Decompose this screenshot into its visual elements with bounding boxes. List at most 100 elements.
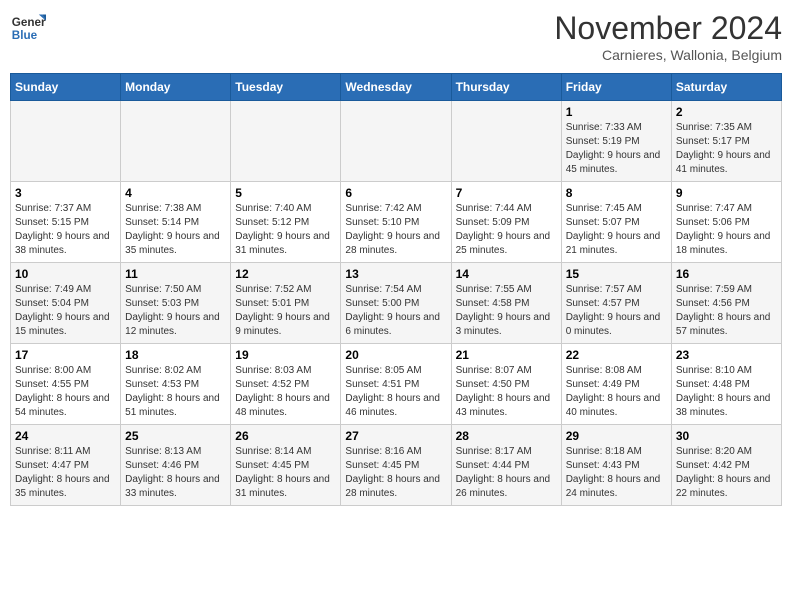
header-saturday: Saturday (671, 74, 781, 101)
day-number: 21 (456, 348, 557, 362)
day-info: Sunrise: 7:35 AM Sunset: 5:17 PM Dayligh… (676, 121, 777, 177)
day-number: 10 (15, 267, 116, 281)
day-info: Sunrise: 8:16 AM Sunset: 4:45 PM Dayligh… (345, 445, 446, 501)
calendar-cell: 5 Sunrise: 7:40 AM Sunset: 5:12 PM Daylig… (231, 182, 341, 263)
header-monday: Monday (121, 74, 231, 101)
calendar-cell (121, 101, 231, 182)
day-info: Sunrise: 8:00 AM Sunset: 4:55 PM Dayligh… (15, 364, 116, 420)
day-info: Sunrise: 8:03 AM Sunset: 4:52 PM Dayligh… (235, 364, 336, 420)
calendar-cell: 18 Sunrise: 8:02 AM Sunset: 4:53 PM Dayli… (121, 344, 231, 425)
day-info: Sunrise: 7:42 AM Sunset: 5:10 PM Dayligh… (345, 202, 446, 258)
calendar-cell: 30Sunrise: 8:20 AM Sunset: 4:42 PM Dayli… (671, 425, 781, 506)
day-info: Sunrise: 7:50 AM Sunset: 5:03 PM Dayligh… (125, 283, 226, 339)
day-number: 15 (566, 267, 667, 281)
day-number: 14 (456, 267, 557, 281)
day-number: 6 (345, 186, 446, 200)
day-info: Sunrise: 8:10 AM Sunset: 4:48 PM Dayligh… (676, 364, 777, 420)
calendar-header: Sunday Monday Tuesday Wednesday Thursday… (11, 74, 782, 101)
calendar-cell: 8 Sunrise: 7:45 AM Sunset: 5:07 PM Daylig… (561, 182, 671, 263)
day-number: 4 (125, 186, 226, 200)
calendar-cell: 14 Sunrise: 7:55 AM Sunset: 4:58 PM Dayli… (451, 263, 561, 344)
calendar-cell: 2 Sunrise: 7:35 AM Sunset: 5:17 PM Daylig… (671, 101, 781, 182)
calendar-cell: 20 Sunrise: 8:05 AM Sunset: 4:51 PM Dayli… (341, 344, 451, 425)
day-info: Sunrise: 7:38 AM Sunset: 5:14 PM Dayligh… (125, 202, 226, 258)
svg-text:General: General (12, 16, 46, 29)
day-number: 22 (566, 348, 667, 362)
calendar-cell (451, 101, 561, 182)
calendar-week-3: 17 Sunrise: 8:00 AM Sunset: 4:55 PM Dayli… (11, 344, 782, 425)
header-wednesday: Wednesday (341, 74, 451, 101)
day-info: Sunrise: 7:45 AM Sunset: 5:07 PM Dayligh… (566, 202, 667, 258)
day-number: 7 (456, 186, 557, 200)
day-info: Sunrise: 8:07 AM Sunset: 4:50 PM Dayligh… (456, 364, 557, 420)
calendar-week-2: 10 Sunrise: 7:49 AM Sunset: 5:04 PM Dayli… (11, 263, 782, 344)
calendar-cell: 3 Sunrise: 7:37 AM Sunset: 5:15 PM Daylig… (11, 182, 121, 263)
day-number: 9 (676, 186, 777, 200)
month-title: November 2024 (554, 10, 782, 47)
calendar-cell: 23 Sunrise: 8:10 AM Sunset: 4:48 PM Dayli… (671, 344, 781, 425)
day-number: 25 (125, 429, 226, 443)
day-info: Sunrise: 7:37 AM Sunset: 5:15 PM Dayligh… (15, 202, 116, 258)
day-info: Sunrise: 7:33 AM Sunset: 5:19 PM Dayligh… (566, 121, 667, 177)
day-info: Sunrise: 8:13 AM Sunset: 4:46 PM Dayligh… (125, 445, 226, 501)
day-number: 26 (235, 429, 336, 443)
day-number: 1 (566, 105, 667, 119)
day-number: 17 (15, 348, 116, 362)
svg-text:Blue: Blue (12, 29, 38, 42)
calendar-cell (341, 101, 451, 182)
day-number: 3 (15, 186, 116, 200)
day-info: Sunrise: 7:40 AM Sunset: 5:12 PM Dayligh… (235, 202, 336, 258)
day-number: 24 (15, 429, 116, 443)
day-number: 28 (456, 429, 557, 443)
day-number: 20 (345, 348, 446, 362)
logo: General Blue (10, 10, 46, 46)
calendar-cell: 11Sunrise: 7:50 AM Sunset: 5:03 PM Dayli… (121, 263, 231, 344)
calendar-cell: 26 Sunrise: 8:14 AM Sunset: 4:45 PM Dayli… (231, 425, 341, 506)
day-info: Sunrise: 8:14 AM Sunset: 4:45 PM Dayligh… (235, 445, 336, 501)
calendar-cell (231, 101, 341, 182)
day-number: 19 (235, 348, 336, 362)
calendar-table: Sunday Monday Tuesday Wednesday Thursday… (10, 73, 782, 506)
day-number: 18 (125, 348, 226, 362)
calendar-cell: 7Sunrise: 7:44 AM Sunset: 5:09 PM Daylig… (451, 182, 561, 263)
day-info: Sunrise: 7:47 AM Sunset: 5:06 PM Dayligh… (676, 202, 777, 258)
calendar-cell: 1 Sunrise: 7:33 AM Sunset: 5:19 PM Daylig… (561, 101, 671, 182)
day-number: 12 (235, 267, 336, 281)
day-info: Sunrise: 8:02 AM Sunset: 4:53 PM Dayligh… (125, 364, 226, 420)
day-info: Sunrise: 8:17 AM Sunset: 4:44 PM Dayligh… (456, 445, 557, 501)
header-friday: Friday (561, 74, 671, 101)
calendar-cell: 10 Sunrise: 7:49 AM Sunset: 5:04 PM Dayli… (11, 263, 121, 344)
header-thursday: Thursday (451, 74, 561, 101)
day-info: Sunrise: 7:57 AM Sunset: 4:57 PM Dayligh… (566, 283, 667, 339)
day-number: 5 (235, 186, 336, 200)
calendar-cell: 16 Sunrise: 7:59 AM Sunset: 4:56 PM Dayli… (671, 263, 781, 344)
header-tuesday: Tuesday (231, 74, 341, 101)
calendar-cell: 27 Sunrise: 8:16 AM Sunset: 4:45 PM Dayli… (341, 425, 451, 506)
calendar-cell: 25 Sunrise: 8:13 AM Sunset: 4:46 PM Dayli… (121, 425, 231, 506)
header-sunday: Sunday (11, 74, 121, 101)
page-header: General Blue November 2024 Carnieres, Wa… (10, 10, 782, 63)
day-number: 30 (676, 429, 777, 443)
title-section: November 2024 Carnieres, Wallonia, Belgi… (554, 10, 782, 63)
day-info: Sunrise: 8:11 AM Sunset: 4:47 PM Dayligh… (15, 445, 116, 501)
calendar-cell: 24 Sunrise: 8:11 AM Sunset: 4:47 PM Dayli… (11, 425, 121, 506)
calendar-cell: 29Sunrise: 8:18 AM Sunset: 4:43 PM Dayli… (561, 425, 671, 506)
day-number: 2 (676, 105, 777, 119)
calendar-cell (11, 101, 121, 182)
calendar-cell: 22 Sunrise: 8:08 AM Sunset: 4:49 PM Dayli… (561, 344, 671, 425)
day-number: 23 (676, 348, 777, 362)
day-info: Sunrise: 7:55 AM Sunset: 4:58 PM Dayligh… (456, 283, 557, 339)
day-number: 16 (676, 267, 777, 281)
day-info: Sunrise: 7:49 AM Sunset: 5:04 PM Dayligh… (15, 283, 116, 339)
logo-icon: General Blue (10, 10, 46, 46)
calendar-cell: 28 Sunrise: 8:17 AM Sunset: 4:44 PM Dayli… (451, 425, 561, 506)
day-info: Sunrise: 8:05 AM Sunset: 4:51 PM Dayligh… (345, 364, 446, 420)
day-info: Sunrise: 7:54 AM Sunset: 5:00 PM Dayligh… (345, 283, 446, 339)
day-info: Sunrise: 8:08 AM Sunset: 4:49 PM Dayligh… (566, 364, 667, 420)
day-number: 8 (566, 186, 667, 200)
day-info: Sunrise: 7:59 AM Sunset: 4:56 PM Dayligh… (676, 283, 777, 339)
calendar-cell: 19 Sunrise: 8:03 AM Sunset: 4:52 PM Dayli… (231, 344, 341, 425)
calendar-cell: 9 Sunrise: 7:47 AM Sunset: 5:06 PM Daylig… (671, 182, 781, 263)
calendar-cell: 13Sunrise: 7:54 AM Sunset: 5:00 PM Dayli… (341, 263, 451, 344)
day-number: 27 (345, 429, 446, 443)
